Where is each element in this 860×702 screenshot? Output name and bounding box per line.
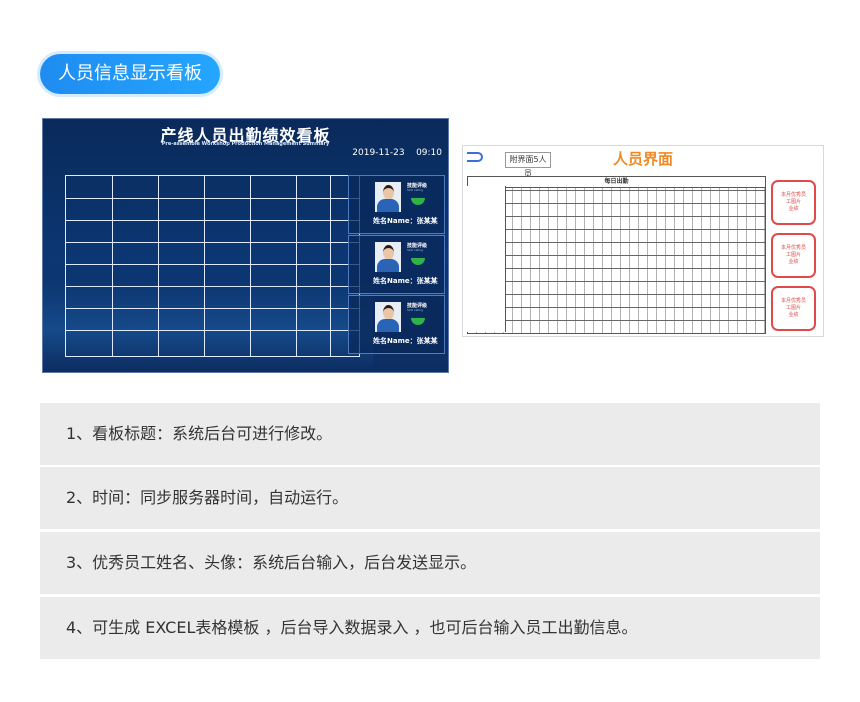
- attendance-grid-name-column: [467, 186, 506, 332]
- employee-avatar: [375, 302, 401, 332]
- employee-name: 姓名Name：张某某: [373, 337, 438, 345]
- table-row-line: [66, 198, 359, 199]
- dashboard-time: 09:10: [416, 148, 442, 158]
- table-row-line: [66, 264, 359, 265]
- skill-rating-label-en: Skill rating: [407, 308, 423, 312]
- table-row-line: [66, 220, 359, 221]
- feature-row: 4、可生成 EXCEL表格模板 ，后台导入数据录入 ，也可后台输入员工出勤信息。: [40, 597, 820, 659]
- feature-row: 3、优秀员工姓名、头像：系统后台输入，后台发送显示。: [40, 532, 820, 594]
- attendance-grid: [467, 176, 766, 334]
- card-line: 业绩: [788, 206, 799, 212]
- employee-name: 姓名Name：张某某: [373, 277, 438, 285]
- card-line: 业绩: [788, 312, 799, 318]
- personnel-screen-title: 人员界面: [612, 150, 673, 168]
- screen-tab: 附界面5人员: [505, 152, 551, 178]
- employee-avatar: [375, 242, 401, 272]
- personnel-screen-preview: 附界面5人员 人员界面 每日出勤 本月优秀员 工图片 业绩 本月优秀员 工图片 …: [462, 145, 824, 337]
- logo-icon: [467, 152, 483, 162]
- skill-rating-label-en: Skill rating: [407, 188, 423, 192]
- table-row-line: [66, 286, 359, 287]
- card-line: 本月优秀员: [780, 192, 806, 198]
- table-col-line: [330, 176, 331, 356]
- dashboard-datetime: 2019-11-23 09:10: [352, 148, 442, 158]
- table-row-line: [66, 330, 359, 331]
- skill-rating-label-en: Skill rating: [407, 248, 423, 252]
- table-col-line: [204, 176, 205, 356]
- employee-card: 技能评级 Skill rating 姓名Name：张某某: [348, 175, 445, 234]
- skill-gauge-icon: [411, 318, 425, 325]
- employee-name: 姓名Name：张某某: [373, 217, 438, 225]
- table-col-line: [158, 176, 159, 356]
- feature-text: 3、优秀员工姓名、头像：系统后台输入，后台发送显示。: [66, 553, 477, 572]
- skill-gauge-icon: [411, 258, 425, 265]
- excellent-employee-card: 本月优秀员 工图片 业绩: [771, 180, 816, 225]
- employee-card: 技能评级 Skill rating 姓名Name：张某某: [348, 295, 445, 354]
- skill-gauge-icon: [411, 198, 425, 205]
- attendance-dashboard-preview: 产线人员出勤绩效看板 Pre-assemble Workshop Product…: [42, 118, 449, 373]
- table-col-line: [296, 176, 297, 356]
- table-col-line: [112, 176, 113, 356]
- table-row-line: [66, 242, 359, 243]
- card-line: 工图片: [785, 305, 801, 311]
- card-line: 本月优秀员: [780, 298, 806, 304]
- card-line: 本月优秀员: [780, 245, 806, 251]
- table-row-line: [66, 308, 359, 309]
- dashboard-subtitle: Pre-assemble Workshop Production Managem…: [161, 141, 330, 147]
- dashboard-attendance-table: [65, 175, 360, 357]
- dashboard-date: 2019-11-23: [352, 148, 405, 158]
- feature-text: 4、可生成 EXCEL表格模板 ，后台导入数据录入 ，也可后台输入员工出勤信息。: [66, 618, 638, 637]
- section-title-badge: 人员信息显示看板: [40, 54, 220, 94]
- table-col-line: [250, 176, 251, 356]
- card-line: 工图片: [785, 199, 801, 205]
- feature-row: 1、看板标题：系统后台可进行修改。: [40, 403, 820, 465]
- excellent-employee-card: 本月优秀员 工图片 业绩: [771, 286, 816, 331]
- feature-row: 2、时间：同步服务器时间，自动运行。: [40, 467, 820, 529]
- excellent-employee-card: 本月优秀员 工图片 业绩: [771, 233, 816, 278]
- card-line: 业绩: [788, 259, 799, 265]
- feature-text: 1、看板标题：系统后台可进行修改。: [66, 424, 333, 443]
- employee-card: 技能评级 Skill rating 姓名Name：张某某: [348, 235, 445, 294]
- card-line: 工图片: [785, 252, 801, 258]
- attendance-grid-header: 每日出勤: [467, 176, 766, 188]
- employee-avatar: [375, 182, 401, 212]
- feature-text: 2、时间：同步服务器时间，自动运行。: [66, 488, 349, 507]
